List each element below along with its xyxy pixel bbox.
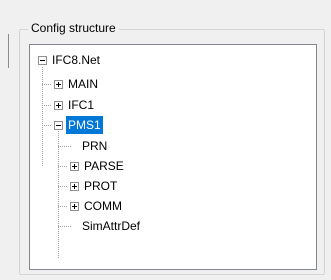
collapse-icon[interactable] [54,121,63,130]
tree-node-label-selected: PMS1 [66,116,103,134]
tree-node-label: PRN [82,139,108,153]
tree-node-label: IFC8.Net [52,53,101,67]
expand-icon[interactable] [54,80,63,89]
tree-node-simattrdef[interactable]: SimAttrDef [80,217,142,235]
tree-line-parse [58,166,68,167]
tree-line-comm [58,206,68,207]
tree-line-prot [58,186,68,187]
tree-node-ifc1[interactable]: IFC1 [66,96,96,114]
tree-node-root[interactable]: IFC8.Net [50,51,102,69]
tree-node-prot[interactable]: PROT [82,177,119,195]
tree-line-prn [58,146,72,147]
tree-node-comm[interactable]: COMM [82,197,124,215]
expand-icon[interactable] [70,202,79,211]
splitter-line[interactable] [8,34,9,68]
expand-icon[interactable] [54,101,63,110]
tree-node-label: MAIN [68,77,98,91]
tree-line-root [42,67,43,167]
tree-node-pms1[interactable]: PMS1 [66,116,103,134]
tree-node-label: SimAttrDef [82,219,141,233]
tree-line-simattrdef [58,226,72,227]
expand-icon[interactable] [70,182,79,191]
config-tree-view[interactable]: IFC8.Net MAIN IFC1 PMS1 PRN PARSE PROT C… [29,44,317,270]
config-structure-panel: Config structure IFC8.Net MAIN IFC1 PMS1… [0,0,331,280]
groupbox-title: Config structure [28,20,119,36]
tree-node-label: IFC1 [68,98,95,112]
tree-line-ifc1 [42,105,52,106]
expand-icon[interactable] [70,162,79,171]
tree-node-label: COMM [84,199,122,213]
collapse-icon[interactable] [38,56,47,65]
tree-node-main[interactable]: MAIN [66,75,100,93]
tree-line-pms1 [42,125,52,126]
tree-line-main [42,84,52,85]
tree-node-prn[interactable]: PRN [80,137,109,155]
left-panel-edge [0,0,11,280]
tree-line-pms1-children [58,131,59,259]
tree-node-label: PROT [84,179,118,193]
tree-node-parse[interactable]: PARSE [82,157,126,175]
tree-node-label: PARSE [84,159,124,173]
